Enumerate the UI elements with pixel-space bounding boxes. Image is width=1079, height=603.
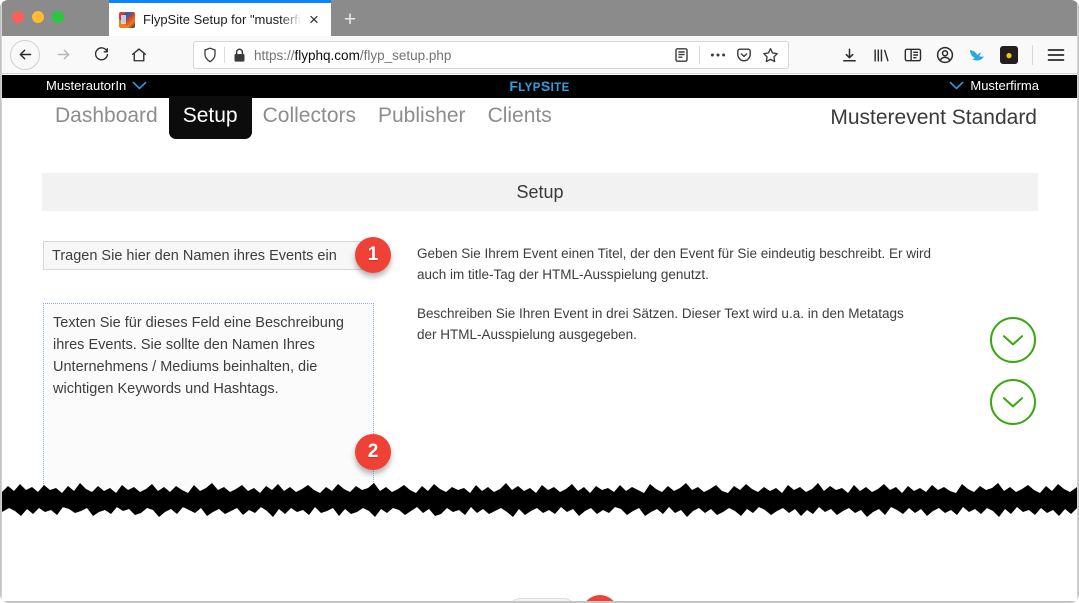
check-circle-icon[interactable] [990,317,1036,363]
nav-item-publisher[interactable]: Publisher [367,98,477,135]
flypsite-favicon [119,11,135,28]
downloads-icon[interactable] [834,41,864,69]
browser-toolbar-actions: ● [834,41,1071,69]
url-divider-2 [699,46,700,64]
reader-view-icon[interactable] [669,45,693,65]
reload-button[interactable] [86,40,116,70]
nav-item-dashboard[interactable]: Dashboard [44,98,169,135]
nav-item-setup[interactable]: Setup [168,96,252,139]
chevron-down-icon [949,78,964,93]
url-divider [224,47,225,63]
setup-heading-band: Setup [42,173,1038,211]
lion-extension-icon[interactable]: ● [994,41,1024,69]
brand-s: S [540,78,551,94]
window-traffic-lights [12,11,64,23]
browser-tab-active[interactable]: FlypSite Setup for "musterfirma × [109,0,331,36]
event-name-help-text: Geben Sie Ihrem Event einen Titel, der d… [417,246,932,282]
home-button[interactable] [124,40,154,70]
account-icon[interactable] [930,41,960,69]
pocket-icon[interactable] [732,45,756,65]
close-icon[interactable]: × [305,11,323,29]
submit-button[interactable]: Fertig! [507,598,577,601]
window-maximize-button[interactable] [52,11,64,23]
url-scheme: https:// [254,47,295,63]
app-topbar: MusterautorIn FLYPSITE Musterfirma [2,75,1077,98]
event-description-textarea[interactable]: Texten Sie für dieses Feld eine Beschrei… [43,303,374,508]
lion-glyph: ● [1000,46,1018,64]
forward-button[interactable] [48,40,78,70]
library-icon[interactable] [866,41,896,69]
back-button[interactable] [10,39,40,70]
browser-window: FlypSite Setup for "musterfirma × + http… [0,0,1079,603]
nav-item-clients[interactable]: Clients [477,98,563,135]
app-brand: FLYPSITE [2,78,1077,94]
new-tab-button[interactable]: + [338,7,362,31]
page-content: MusterautorIn FLYPSITE Musterfirma Dashb… [2,75,1077,601]
brand-lyp: LYP [518,82,541,94]
app-menu-icon[interactable] [1041,41,1071,69]
nav-item-collectors[interactable]: Collectors [252,98,367,135]
bookmark-star-icon[interactable] [758,45,782,65]
event-name-input[interactable]: Tragen Sie hier den Namen ihres Events e… [43,241,373,270]
brand-f: F [509,78,519,94]
company-menu[interactable]: Musterfirma [949,78,1039,93]
browser-tabstrip: FlypSite Setup for "musterfirma × + [0,0,1079,36]
main-nav: Dashboard Setup Collectors Publisher Cli… [44,96,563,139]
check-circle-icon[interactable] [990,379,1036,425]
window-close-button[interactable] [12,11,24,23]
url-bar-actions [669,45,782,65]
event-description-help-text: Beschreiben Sie Ihren Event in drei Sätz… [417,306,904,342]
toolbar-divider [1032,45,1033,65]
dolphin-extension-icon[interactable] [962,41,992,69]
brand-ite: ITE [550,82,570,94]
url-bar[interactable]: https://flyphq.com/flyp_setup.php [193,41,789,69]
tab-title: FlypSite Setup for "musterfirma [143,12,303,27]
shield-icon[interactable] [199,45,221,65]
event-title: Musterevent Standard [830,106,1037,129]
url-text[interactable]: https://flyphq.com/flyp_setup.php [254,48,669,63]
window-minimize-button[interactable] [32,11,44,23]
page-title: Setup [516,181,564,202]
url-path: /flyp_setup.php [359,47,452,63]
step-badge-3: 3 [582,595,618,601]
step-badge-2: 2 [355,434,391,470]
page-actions-icon[interactable] [706,45,730,65]
company-menu-label: Musterfirma [970,78,1039,93]
sidebar-icon[interactable] [898,41,928,69]
step-badge-1: 1 [355,237,391,273]
lock-icon[interactable] [228,45,250,65]
url-host: flyphq.com [294,47,360,63]
